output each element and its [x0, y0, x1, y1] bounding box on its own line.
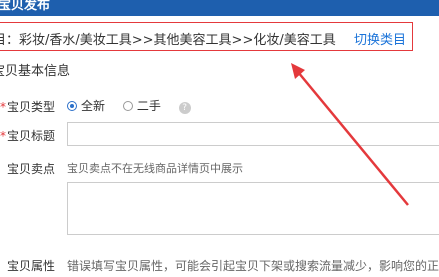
title-label-row: *宝贝标题 [0, 127, 55, 144]
required-marker: * [0, 129, 6, 143]
attributes-label: 宝贝属性 [7, 259, 56, 273]
required-marker: * [0, 100, 6, 114]
radio-option-used[interactable]: 二手 [122, 97, 161, 114]
radio-unchecked-icon[interactable] [122, 101, 133, 111]
type-label-row: *宝贝类型 [0, 98, 55, 115]
type-radio-group: 全新 二手 ? [67, 97, 191, 114]
title-label: 宝贝标题 [7, 129, 56, 143]
radio-checked-icon[interactable] [67, 101, 77, 111]
attributes-warning-hint: 错误填写宝贝属性，可能会引起宝贝下架或搜索流量减少，影响您的正 [67, 259, 439, 273]
title-input[interactable] [67, 122, 439, 146]
page-title: 宝贝发布 [0, 0, 51, 13]
selling-point-hint: 宝贝卖点不在无线商品详情页中展示 [67, 162, 243, 175]
category-path: 目：彩妆/香水/美妆工具>>其他美容工具>>化妆/美容工具 [0, 33, 336, 48]
help-icon[interactable]: ? [178, 102, 191, 114]
type-label: 宝贝类型 [7, 100, 56, 114]
page-header: 宝贝发布 [0, 0, 439, 16]
radio-option-new[interactable]: 全新 [67, 97, 105, 114]
category-breadcrumb: 目：彩妆/香水/美妆工具>>其他美容工具>>化妆/美容工具 切换类目 [0, 22, 413, 51]
selling-point-textarea[interactable] [67, 182, 439, 235]
section-title-basic-info: 宝贝基本信息 [0, 64, 71, 79]
switch-category-link[interactable]: 切换类目 [354, 29, 406, 48]
selling-point-label: 宝贝卖点 [7, 162, 56, 176]
